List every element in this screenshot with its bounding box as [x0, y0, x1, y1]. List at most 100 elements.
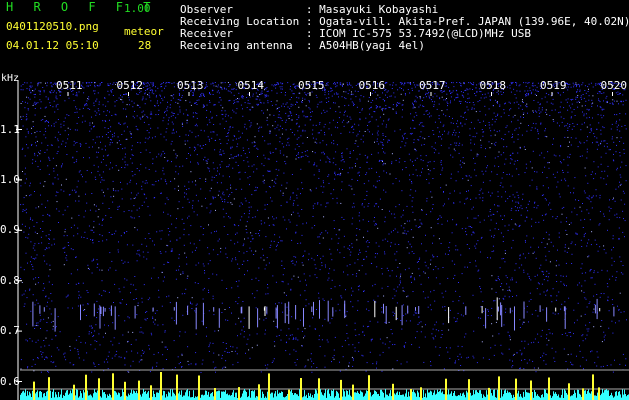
noise-dot	[341, 153, 343, 154]
noise-dot	[152, 90, 154, 92]
noise-dot	[405, 342, 407, 344]
noise-dot	[489, 209, 491, 210]
noise-dot	[503, 112, 505, 114]
noise-dot	[257, 209, 259, 211]
noise-dot	[503, 258, 505, 259]
noise-dot	[328, 272, 330, 274]
noise-dot	[244, 171, 246, 173]
noise-dot	[540, 111, 542, 113]
noise-dot	[87, 292, 89, 293]
noise-dot	[348, 362, 350, 364]
noise-dot	[148, 344, 150, 346]
noise-dot	[232, 88, 234, 90]
noise-dot	[450, 144, 452, 146]
noise-dot	[126, 104, 128, 106]
noise-dot	[582, 82, 584, 84]
noise-dot	[83, 157, 84, 159]
noise-dot	[295, 104, 296, 105]
noise-dot	[413, 314, 415, 316]
noise-dot	[298, 152, 299, 154]
noise-dot	[583, 142, 585, 144]
noise-dot	[520, 122, 522, 124]
noise-dot	[368, 242, 370, 243]
noise-dot	[349, 254, 351, 256]
noise-dot	[292, 262, 294, 264]
noise-dot	[357, 259, 359, 261]
noise-dot	[284, 219, 286, 221]
noise-dot	[595, 83, 597, 85]
noise-dot	[85, 342, 86, 344]
noise-dot	[510, 209, 512, 211]
noise-dot	[466, 357, 468, 359]
noise-dot	[131, 149, 133, 151]
noise-dot	[172, 129, 174, 131]
noise-dot	[168, 295, 170, 297]
noise-dot	[403, 84, 405, 86]
noise-dot	[254, 145, 256, 147]
noise-dot	[500, 286, 502, 287]
noise-dot	[603, 245, 605, 247]
noise-dot	[384, 253, 386, 255]
noise-dot	[25, 119, 27, 121]
noise-dot	[450, 177, 452, 179]
noise-dot	[561, 213, 563, 215]
noise-dot	[395, 84, 397, 86]
noise-dot	[245, 229, 247, 230]
noise-dot	[279, 117, 281, 119]
noise-dot	[430, 99, 432, 101]
noise-dot	[547, 276, 549, 278]
noise-dot	[133, 299, 135, 300]
noise-dot	[385, 191, 387, 193]
noise-dot	[285, 121, 287, 123]
noise-dot	[435, 321, 437, 323]
noise-dot	[439, 347, 441, 348]
noise-dot	[41, 142, 43, 144]
noise-dot	[592, 195, 594, 197]
noise-dot	[346, 265, 348, 267]
noise-dot	[117, 136, 119, 138]
noise-dot	[425, 96, 427, 98]
noise-dot	[326, 110, 328, 112]
noise-dot	[473, 157, 474, 159]
noise-dot	[580, 315, 582, 317]
noise-dot	[47, 144, 49, 146]
noise-dot	[528, 300, 530, 302]
noise-dot	[49, 269, 51, 271]
noise-dot	[187, 360, 189, 362]
noise-dot	[217, 194, 219, 196]
noise-dot	[299, 280, 301, 282]
noise-dot	[271, 84, 273, 86]
noise-dot	[169, 107, 171, 109]
noise-dot	[357, 145, 359, 147]
noise-dot	[512, 296, 513, 297]
noise-dot	[253, 171, 255, 173]
noise-dot	[143, 201, 145, 203]
noise-dot	[152, 163, 154, 165]
noise-dot	[504, 295, 506, 297]
noise-dot	[596, 137, 598, 139]
noise-dot	[322, 255, 324, 257]
noise-dot	[285, 187, 287, 189]
noise-dot	[246, 156, 248, 158]
noise-dot	[159, 230, 161, 232]
noise-dot	[395, 206, 397, 208]
noise-dot	[97, 263, 99, 265]
noise-dot	[129, 131, 131, 133]
noise-dot	[597, 105, 598, 107]
noise-dot	[24, 225, 26, 227]
noise-dot	[349, 264, 351, 266]
noise-dot	[471, 84, 473, 85]
noise-dot	[106, 239, 108, 241]
noise-dot	[586, 126, 588, 128]
noise-dot	[503, 215, 505, 217]
noise-dot	[404, 346, 405, 348]
noise-dot	[567, 171, 569, 173]
noise-dot	[203, 265, 205, 267]
noise-dot	[525, 207, 527, 209]
noise-dot	[39, 182, 41, 184]
noise-dot	[220, 251, 222, 253]
noise-dot	[468, 82, 470, 84]
noise-dot	[517, 152, 519, 154]
noise-dot	[138, 249, 140, 251]
noise-dot	[150, 127, 152, 129]
